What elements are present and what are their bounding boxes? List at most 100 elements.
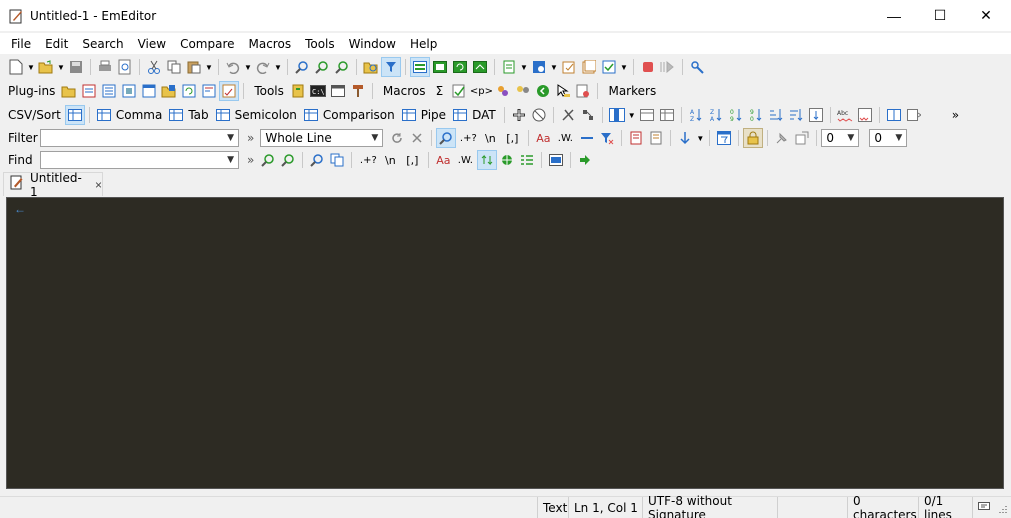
copy-icon[interactable]	[164, 57, 184, 77]
find-in-files-icon[interactable]	[361, 57, 381, 77]
csv-tab-button[interactable]: Tab	[188, 108, 208, 122]
filter-down-arrow-icon[interactable]	[675, 128, 695, 148]
status-mode[interactable]: Text	[537, 497, 568, 518]
csv-comma-icon[interactable]	[94, 105, 114, 125]
spell-options-icon[interactable]	[855, 105, 875, 125]
filter-whole-word-button[interactable]: .W.	[553, 128, 577, 148]
find-dialog-icon[interactable]	[307, 150, 327, 170]
chevron-down-icon[interactable]: ▼	[227, 133, 234, 143]
filter-icon[interactable]	[381, 57, 401, 77]
tool-window-icon[interactable]	[328, 81, 348, 101]
find-match-case-button[interactable]: Aa	[433, 150, 453, 170]
find-highlight-icon[interactable]	[517, 150, 537, 170]
tool-command-prompt-icon[interactable]: C:\	[308, 81, 328, 101]
csv-add-icon[interactable]	[509, 105, 529, 125]
run-macro-icon[interactable]	[658, 57, 678, 77]
csv-structure-icon[interactable]	[578, 105, 598, 125]
tab-close-icon[interactable]: ×	[95, 178, 102, 192]
filter-refresh-icon[interactable]	[387, 128, 407, 148]
menu-view[interactable]: View	[131, 37, 173, 51]
properties-dropdown-icon[interactable]: ▼	[519, 63, 529, 72]
paste-dropdown-icon[interactable]: ▼	[204, 63, 214, 72]
csv-pipe-icon[interactable]	[399, 105, 419, 125]
find-whole-word-button[interactable]: .W.	[453, 150, 477, 170]
find-regex-button[interactable]: .+?	[356, 150, 380, 170]
find-copy-icon[interactable]	[327, 150, 347, 170]
filter-overflow[interactable]: »	[247, 131, 254, 145]
redo-icon[interactable]	[253, 57, 273, 77]
all-configurations-icon[interactable]	[579, 57, 599, 77]
filter-pin-icon[interactable]	[772, 128, 792, 148]
csv-column-select-icon[interactable]	[607, 105, 627, 125]
macro-check-icon[interactable]	[449, 81, 469, 101]
plugin-settings-icon[interactable]	[687, 57, 707, 77]
status-encoding[interactable]: UTF-8 without Signature	[642, 494, 777, 518]
csv-no-entry-icon[interactable]	[529, 105, 549, 125]
sort-num-desc-icon[interactable]: 90	[746, 105, 766, 125]
properties-icon[interactable]	[499, 57, 519, 77]
sync-scroll-icon[interactable]	[430, 57, 450, 77]
redo-dropdown-icon[interactable]: ▼	[273, 63, 283, 72]
checklist-icon[interactable]	[599, 57, 619, 77]
csv-pipe-button[interactable]: Pipe	[421, 108, 446, 122]
find-wrap-around-icon[interactable]	[477, 150, 498, 170]
configuration-icon[interactable]	[529, 57, 549, 77]
tab-untitled-1[interactable]: Untitled-1 ×	[3, 171, 103, 199]
chevron-down-icon[interactable]: ▼	[895, 133, 902, 143]
find-bracket-button[interactable]: [,]	[400, 150, 424, 170]
save-icon[interactable]	[66, 57, 86, 77]
menu-edit[interactable]: Edit	[38, 37, 75, 51]
sort-a-z-icon[interactable]: AZ	[686, 105, 706, 125]
csv-view-icon[interactable]	[410, 57, 430, 77]
filter-regex-button[interactable]: .+?	[456, 128, 480, 148]
find-go-icon[interactable]	[575, 150, 595, 170]
chevron-down-icon[interactable]: ▼	[371, 133, 378, 143]
find-previous-icon[interactable]	[278, 150, 298, 170]
macro-people-icon[interactable]	[513, 81, 533, 101]
plugin-spell-check-icon[interactable]	[219, 81, 240, 101]
filter-funnel-clear-icon[interactable]	[597, 128, 617, 148]
plugin-outline-icon[interactable]	[99, 81, 119, 101]
filter-match-case-button[interactable]: Aa	[533, 128, 553, 148]
window-list-icon[interactable]	[904, 105, 924, 125]
sort-z-a-icon[interactable]: ZA	[706, 105, 726, 125]
undo-dropdown-icon[interactable]: ▼	[243, 63, 253, 72]
sort-num-asc-icon[interactable]: 09	[726, 105, 746, 125]
sync-view-icon[interactable]	[470, 57, 490, 77]
plugin-projects-icon[interactable]	[159, 81, 179, 101]
editor-area[interactable]: ←	[6, 197, 1004, 489]
sort-length-desc-icon[interactable]	[786, 105, 806, 125]
new-dropdown-icon[interactable]: ▼	[26, 63, 36, 72]
menu-help[interactable]: Help	[403, 37, 444, 51]
plugin-snippets-icon[interactable]	[119, 81, 139, 101]
status-notify[interactable]	[972, 497, 994, 518]
macro-replace-icon[interactable]	[493, 81, 513, 101]
filter-after-lines-select[interactable]: 0 ▼	[869, 129, 908, 147]
filter-extract-icon[interactable]	[646, 128, 666, 148]
filter-clear-icon[interactable]	[407, 128, 427, 148]
paste-icon[interactable]	[184, 57, 204, 77]
csv-semicolon-icon[interactable]	[213, 105, 233, 125]
csv-dat-icon[interactable]	[450, 105, 470, 125]
macro-html-tag-icon[interactable]: <p>	[469, 81, 493, 101]
find-next-icon[interactable]	[312, 57, 332, 77]
filter-down-dropdown-icon[interactable]: ▼	[695, 134, 705, 143]
menu-tools[interactable]: Tools	[298, 37, 342, 51]
resize-grip-icon[interactable]	[996, 503, 1008, 518]
csv-comparison-icon[interactable]	[301, 105, 321, 125]
filter-undock-icon[interactable]	[792, 128, 812, 148]
csv-dat-button[interactable]: DAT	[472, 108, 496, 122]
csv-column-layout-icon[interactable]	[657, 105, 677, 125]
split-window-icon[interactable]	[884, 105, 904, 125]
plugin-web-preview-icon[interactable]	[139, 81, 159, 101]
filter-lock-icon[interactable]	[743, 128, 764, 148]
filter-search-icon[interactable]	[436, 128, 457, 148]
menu-file[interactable]: File	[4, 37, 38, 51]
close-button[interactable]: ✕	[963, 0, 1009, 31]
csv-column-select-dropdown-icon[interactable]: ▼	[627, 111, 637, 120]
plugin-explorer-icon[interactable]	[59, 81, 79, 101]
macro-sigma-icon[interactable]: Σ	[429, 81, 449, 101]
minimize-button[interactable]: —	[871, 0, 917, 31]
record-macro-icon[interactable]	[638, 57, 658, 77]
csv-normal-mode-icon[interactable]	[64, 105, 85, 125]
